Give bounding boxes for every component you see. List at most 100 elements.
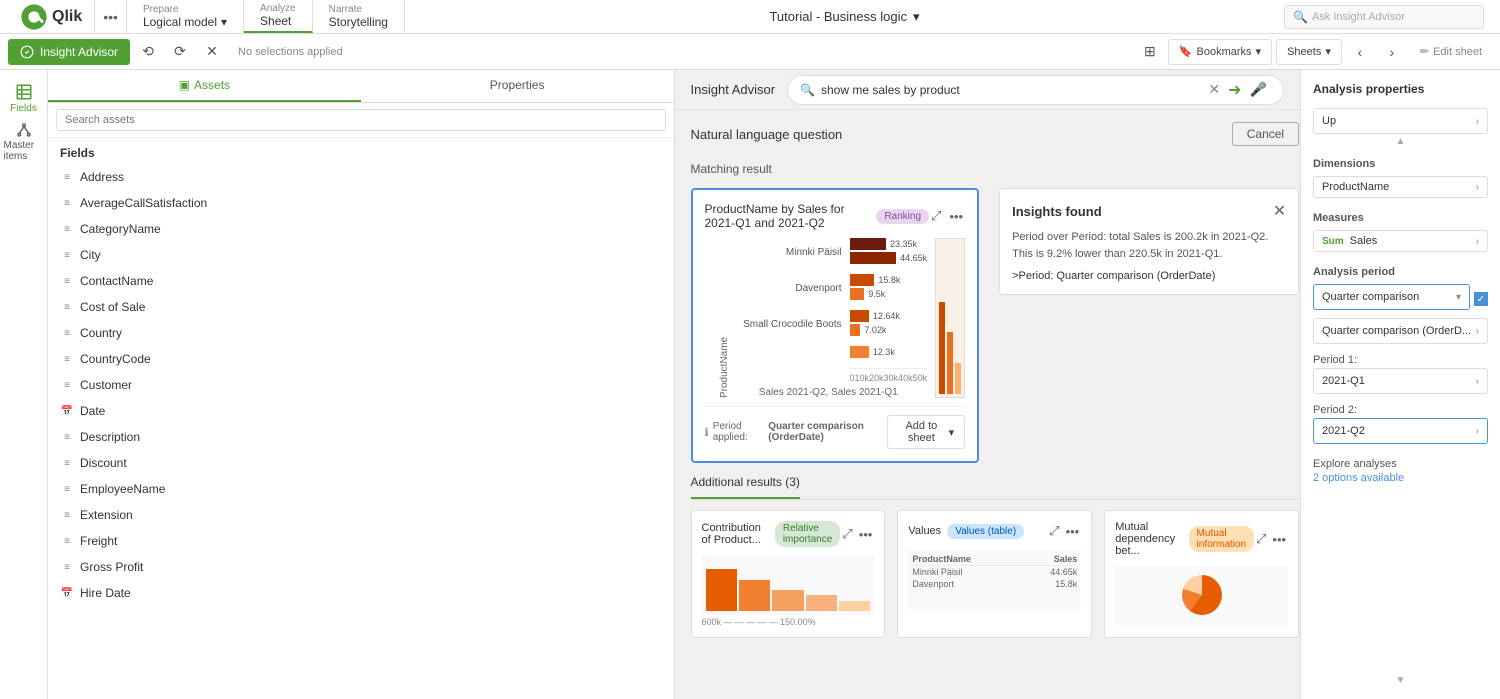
field-item-discount[interactable]: ≡ Discount [48, 450, 674, 476]
prev-sheet-btn[interactable]: ‹ [1346, 38, 1374, 66]
field-item-countrycode[interactable]: ≡ CountryCode [48, 346, 674, 372]
search-assets-input[interactable] [56, 109, 666, 131]
field-item-grossprofit[interactable]: ≡ Gross Profit [48, 554, 674, 580]
bookmarks-btn[interactable]: 🔖 Bookmarks ▾ [1168, 39, 1272, 65]
x-axis: 0 10k 20k 30k 40k 50k [850, 368, 928, 383]
ask-insight-search[interactable]: 🔍 Ask Insight Advisor [1284, 5, 1484, 29]
selection-forward-btn[interactable]: ⟳ [166, 38, 194, 66]
up-select[interactable]: Up › [1313, 108, 1488, 134]
field-item-hiredate[interactable]: 📅 Hire Date [48, 580, 674, 606]
insights-close-btn[interactable]: ✕ [1273, 201, 1286, 221]
calendar-icon-hire: 📅 [60, 586, 74, 600]
field-item-category[interactable]: ≡ CategoryName [48, 216, 674, 242]
nav-fields-btn[interactable]: Fields [4, 78, 44, 118]
field-item-costofsale[interactable]: ≡ Cost of Sale [48, 294, 674, 320]
edit-sheet-btn[interactable]: ✏ Edit sheet [1410, 39, 1492, 65]
chart-footer-info: ℹ Period applied: Quarter comparison (Or… [705, 421, 888, 443]
sheets-btn[interactable]: Sheets ▾ [1276, 39, 1342, 65]
field-item-employee[interactable]: ≡ EmployeeName [48, 476, 674, 502]
bar-fill [850, 274, 875, 286]
app-title-chevron-icon: ▾ [913, 9, 920, 25]
grid-view-btn[interactable]: ⊞ [1136, 38, 1164, 66]
up-select-arrow-icon: › [1476, 116, 1479, 127]
sidebar-icon-nav: Fields Master items [0, 70, 48, 699]
mini-bar [739, 580, 770, 611]
field-item-customer[interactable]: ≡ Customer [48, 372, 674, 398]
explore-analyses-section: Explore analyses 2 options available [1313, 458, 1488, 484]
assets-icon: ▣ [179, 78, 190, 92]
measure-sales[interactable]: Sum Sales › [1313, 230, 1488, 252]
field-icon: ≡ [60, 326, 74, 340]
dimension-productname[interactable]: ProductName › [1313, 176, 1488, 198]
qlik-logo[interactable]: Qlik [8, 0, 95, 33]
insights-period-link[interactable]: >Period: Quarter comparison (OrderDate) [1012, 270, 1286, 282]
mini-bar [772, 590, 803, 611]
period2-arrow-icon: › [1476, 426, 1479, 437]
ia-go-btn[interactable]: ➜ [1224, 80, 1245, 100]
nav-analyze[interactable]: Analyze Sheet [244, 0, 313, 33]
values-more-btn[interactable]: ••• [1064, 521, 1082, 541]
mini-card-contribution: Contribution of Product... Relative impo… [691, 510, 886, 638]
assets-tab[interactable]: ▣ Assets [48, 70, 361, 102]
expand-mini-btn[interactable]: ⤢ [840, 524, 854, 544]
ia-mic-btn[interactable]: 🎤 [1246, 81, 1271, 98]
bar-value: 9.5k [868, 289, 885, 299]
next-sheet-btn[interactable]: › [1378, 38, 1406, 66]
mutual-more-btn[interactable]: ••• [1270, 529, 1288, 549]
field-item-avgcall[interactable]: ≡ AverageCallSatisfaction [48, 190, 674, 216]
chart-actions: ⤢ ••• [929, 206, 965, 226]
mini-more-btn[interactable]: ••• [857, 524, 875, 544]
ia-search-input[interactable] [821, 83, 1204, 97]
clear-selections-btn[interactable]: ✕ [198, 38, 226, 66]
insight-advisor-button[interactable]: Insight Advisor [8, 39, 130, 65]
analysis-period-label: Analysis period [1313, 266, 1488, 278]
table-row: Minnki Päisil 44.65k [912, 566, 1077, 578]
field-item-country[interactable]: ≡ Country [48, 320, 674, 346]
period-select-row: Quarter comparison ▾ ✓ [1313, 284, 1488, 314]
nav-master-btn[interactable]: Master items [4, 122, 44, 162]
nav-narrate[interactable]: Narrate Storytelling [313, 0, 405, 33]
ia-search-icon: 🔍 [800, 83, 815, 97]
properties-tab[interactable]: Properties [361, 70, 674, 102]
selection-back-btn[interactable]: ⟲ [134, 38, 162, 66]
expand-chart-btn[interactable]: ⤢ [929, 206, 943, 226]
ia-search-bar: 🔍 ✕ ➜ 🎤 [787, 75, 1284, 105]
search-icon: 🔍 [1293, 10, 1308, 24]
period1-select[interactable]: 2021-Q1 › [1313, 368, 1488, 394]
mini-bar [939, 302, 945, 394]
second-toolbar: Insight Advisor ⟲ ⟳ ✕ No selections appl… [0, 34, 1500, 70]
field-item-extension[interactable]: ≡ Extension [48, 502, 674, 528]
mini-card-actions: ⤢ ••• [1254, 529, 1288, 549]
expand-mutual-btn[interactable]: ⤢ [1254, 529, 1268, 549]
add-to-sheet-button[interactable]: Add to sheet ▾ [887, 415, 965, 449]
period2-select[interactable]: 2021-Q2 › [1313, 418, 1488, 444]
ia-clear-btn[interactable]: ✕ [1204, 81, 1224, 98]
field-item-address[interactable]: ≡ Address [48, 164, 674, 190]
field-item-city[interactable]: ≡ City [48, 242, 674, 268]
nav-prepare[interactable]: Prepare Logical model ▾ [127, 0, 244, 33]
period-checkbox[interactable]: ✓ [1474, 292, 1488, 306]
period-chevron-icon: ▾ [1456, 292, 1461, 303]
bar-chart-area: Minnki Päisil 23.35k 44.65k [730, 238, 928, 398]
field-item-date[interactable]: 📅 Date [48, 398, 674, 424]
field-item-contact[interactable]: ≡ ContactName [48, 268, 674, 294]
field-item-freight[interactable]: ≡ Freight [48, 528, 674, 554]
nav-more-btn[interactable]: ••• [95, 0, 127, 33]
chart-more-btn[interactable]: ••• [947, 206, 965, 226]
quarter-comparison-select[interactable]: Quarter comparison ▾ [1313, 284, 1470, 310]
period-dropdown[interactable]: Quarter comparison (OrderD... › [1313, 318, 1488, 344]
mini-chart-area [702, 555, 875, 615]
field-icon: ≡ [60, 300, 74, 314]
expand-values-btn[interactable]: ⤢ [1047, 521, 1061, 541]
app-title[interactable]: Tutorial - Business logic ▾ [769, 9, 919, 25]
matching-result-label: Matching result [691, 162, 1300, 176]
mutual-chart-area [1115, 565, 1288, 625]
explore-link[interactable]: 2 options available [1313, 472, 1488, 484]
field-item-description[interactable]: ≡ Description [48, 424, 674, 450]
bar-container: 12.3k [850, 346, 928, 360]
cancel-button[interactable]: Cancel [1232, 122, 1299, 146]
prepare-value: Logical model ▾ [143, 15, 227, 29]
bar-value: 23.35k [890, 239, 917, 249]
period-info-label: Period applied: [713, 421, 765, 443]
bar-fill [850, 324, 861, 336]
